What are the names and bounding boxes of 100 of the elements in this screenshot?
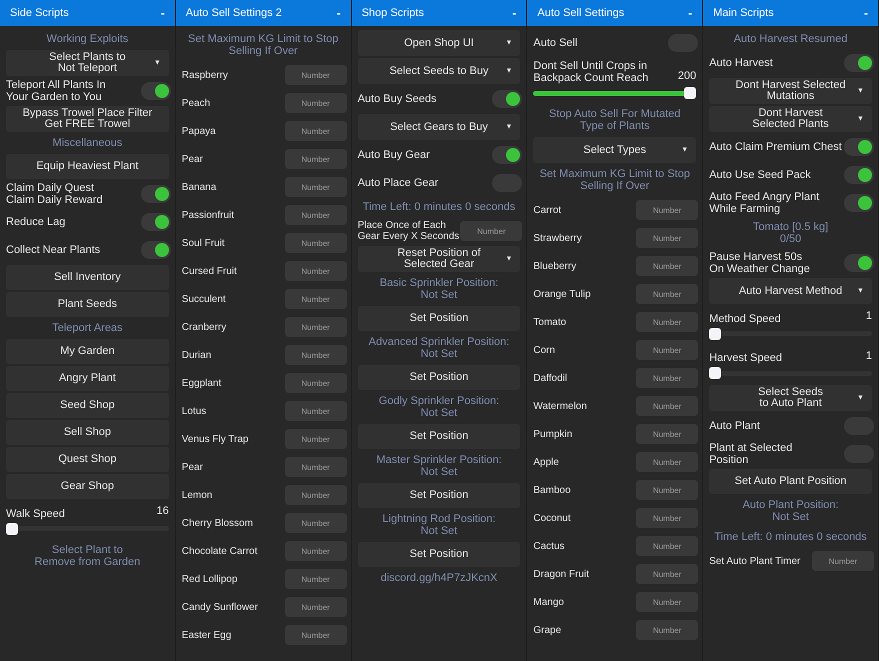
- field-label: Carrot: [533, 204, 562, 216]
- number-field[interactable]: Number: [284, 597, 347, 617]
- section-label: Tomato [0.5 kg] 0/50: [752, 220, 828, 247]
- section-label: Basic Sprinkler Position: Not Set: [380, 276, 498, 303]
- toggle-label: Auto Claim Premium Chest: [709, 141, 842, 153]
- slider-label: Method Speed: [709, 312, 781, 324]
- toggle-label: Teleport All Plants In Your Garden to You: [6, 79, 106, 103]
- slider-thumb[interactable]: [6, 522, 18, 534]
- slider-label: Walk Speed: [6, 508, 65, 520]
- collapse-button[interactable]: -: [336, 7, 341, 19]
- collapse-button[interactable]: -: [688, 7, 692, 19]
- number-field[interactable]: Number: [636, 228, 698, 248]
- number-field[interactable]: Number: [284, 205, 347, 225]
- toggle-switch[interactable]: [140, 241, 171, 259]
- number-field[interactable]: Number: [636, 480, 698, 500]
- number-field[interactable]: Number: [284, 485, 347, 505]
- action-button[interactable]: Equip Heaviest Plant: [6, 154, 169, 179]
- action-button[interactable]: Set Position: [358, 365, 520, 390]
- panel-title: Main Scripts: [713, 6, 774, 21]
- number-field[interactable]: Number: [284, 345, 347, 365]
- action-button[interactable]: Sell Shop: [6, 420, 169, 445]
- toggle-switch[interactable]: [492, 146, 522, 164]
- number-field[interactable]: Number: [636, 508, 698, 528]
- number-field[interactable]: Number: [284, 261, 347, 281]
- number-field[interactable]: Number: [636, 592, 698, 612]
- number-field[interactable]: Number: [636, 396, 698, 416]
- number-field[interactable]: Number: [284, 401, 347, 421]
- number-field[interactable]: Number: [284, 289, 347, 309]
- number-field[interactable]: Number: [636, 340, 698, 360]
- field-label: Grape: [533, 624, 562, 636]
- number-field[interactable]: Number: [284, 149, 347, 169]
- toggle-switch[interactable]: [844, 166, 874, 184]
- number-field[interactable]: Number: [636, 536, 698, 556]
- field-label: Banana: [182, 182, 216, 192]
- number-field[interactable]: Number: [636, 200, 698, 220]
- field-label: Bamboo: [533, 484, 571, 496]
- field-label: Corn: [533, 344, 556, 356]
- number-field[interactable]: Number: [284, 373, 347, 393]
- number-field[interactable]: Number: [284, 429, 347, 449]
- number-field[interactable]: Number: [636, 312, 698, 332]
- number-field[interactable]: Number: [636, 620, 698, 640]
- number-field[interactable]: Number: [284, 457, 347, 477]
- toggle-switch[interactable]: [140, 82, 171, 100]
- action-button[interactable]: Quest Shop: [6, 447, 169, 472]
- action-button[interactable]: Seed Shop: [6, 393, 169, 418]
- action-button[interactable]: Set Position: [358, 483, 520, 508]
- slider-thumb[interactable]: [709, 367, 722, 379]
- toggle-switch[interactable]: [844, 254, 874, 272]
- toggle-switch[interactable]: [844, 138, 874, 156]
- number-field[interactable]: Number: [284, 541, 347, 561]
- section-label: Teleport Areas: [52, 321, 123, 336]
- action-button[interactable]: Set Auto Plant Position: [709, 469, 872, 494]
- number-field[interactable]: Number: [460, 221, 522, 241]
- action-button[interactable]: My Garden: [6, 339, 169, 364]
- toggle-switch[interactable]: [492, 90, 522, 108]
- number-field[interactable]: Number: [284, 93, 347, 113]
- toggle-label: Reduce Lag: [6, 216, 66, 228]
- toggle-label: Auto Harvest: [709, 57, 773, 69]
- slider-thumb[interactable]: [684, 87, 696, 99]
- toggle-switch[interactable]: [140, 185, 171, 203]
- slider-thumb[interactable]: [709, 328, 722, 340]
- number-field[interactable]: Number: [812, 551, 874, 571]
- number-field[interactable]: Number: [284, 625, 347, 645]
- action-button[interactable]: Bypass Trowel Place Filter Get FREE Trowel: [6, 106, 169, 132]
- action-button[interactable]: Set Position: [358, 306, 520, 331]
- field-label: Lemon: [182, 490, 212, 500]
- section-label: Auto Harvest Resumed: [734, 32, 848, 47]
- field-label: Cursed Fruit: [182, 266, 237, 276]
- number-field[interactable]: Number: [636, 368, 698, 388]
- panel-title: Side Scripts: [10, 6, 69, 21]
- number-field[interactable]: Number: [284, 177, 347, 197]
- collapse-button[interactable]: -: [864, 7, 868, 19]
- action-button[interactable]: Angry Plant: [6, 366, 169, 391]
- toggle-switch[interactable]: [844, 54, 874, 72]
- toggle-switch[interactable]: [844, 194, 874, 212]
- number-field[interactable]: Number: [284, 569, 347, 589]
- number-field[interactable]: Number: [636, 424, 698, 444]
- section-label: Lightning Rod Position: Not Set: [382, 512, 496, 539]
- number-field[interactable]: Number: [284, 65, 347, 85]
- action-button[interactable]: Plant Seeds: [6, 292, 169, 317]
- field-label: Blueberry: [533, 260, 576, 272]
- number-field[interactable]: Number: [636, 452, 698, 472]
- number-field[interactable]: Number: [284, 317, 347, 337]
- action-button[interactable]: Sell Inventory: [6, 265, 169, 290]
- number-field[interactable]: Number: [636, 256, 698, 276]
- action-button[interactable]: Set Position: [358, 542, 520, 567]
- section-label: Advanced Sprinkler Position: Not Set: [368, 335, 510, 362]
- toggle-label: Auto Buy Gear: [358, 149, 430, 161]
- collapse-button[interactable]: -: [160, 7, 165, 19]
- toggle-label: Auto Use Seed Pack: [709, 169, 811, 181]
- panel-title: Auto Sell Settings 2: [186, 6, 282, 21]
- number-field[interactable]: Number: [636, 564, 698, 584]
- collapse-button[interactable]: -: [512, 7, 516, 19]
- number-field[interactable]: Number: [284, 513, 347, 533]
- number-field[interactable]: Number: [284, 121, 347, 141]
- number-field[interactable]: Number: [636, 284, 698, 304]
- action-button[interactable]: Set Position: [358, 424, 520, 449]
- number-field[interactable]: Number: [284, 233, 347, 253]
- action-button[interactable]: Gear Shop: [6, 474, 169, 499]
- toggle-switch[interactable]: [140, 213, 171, 231]
